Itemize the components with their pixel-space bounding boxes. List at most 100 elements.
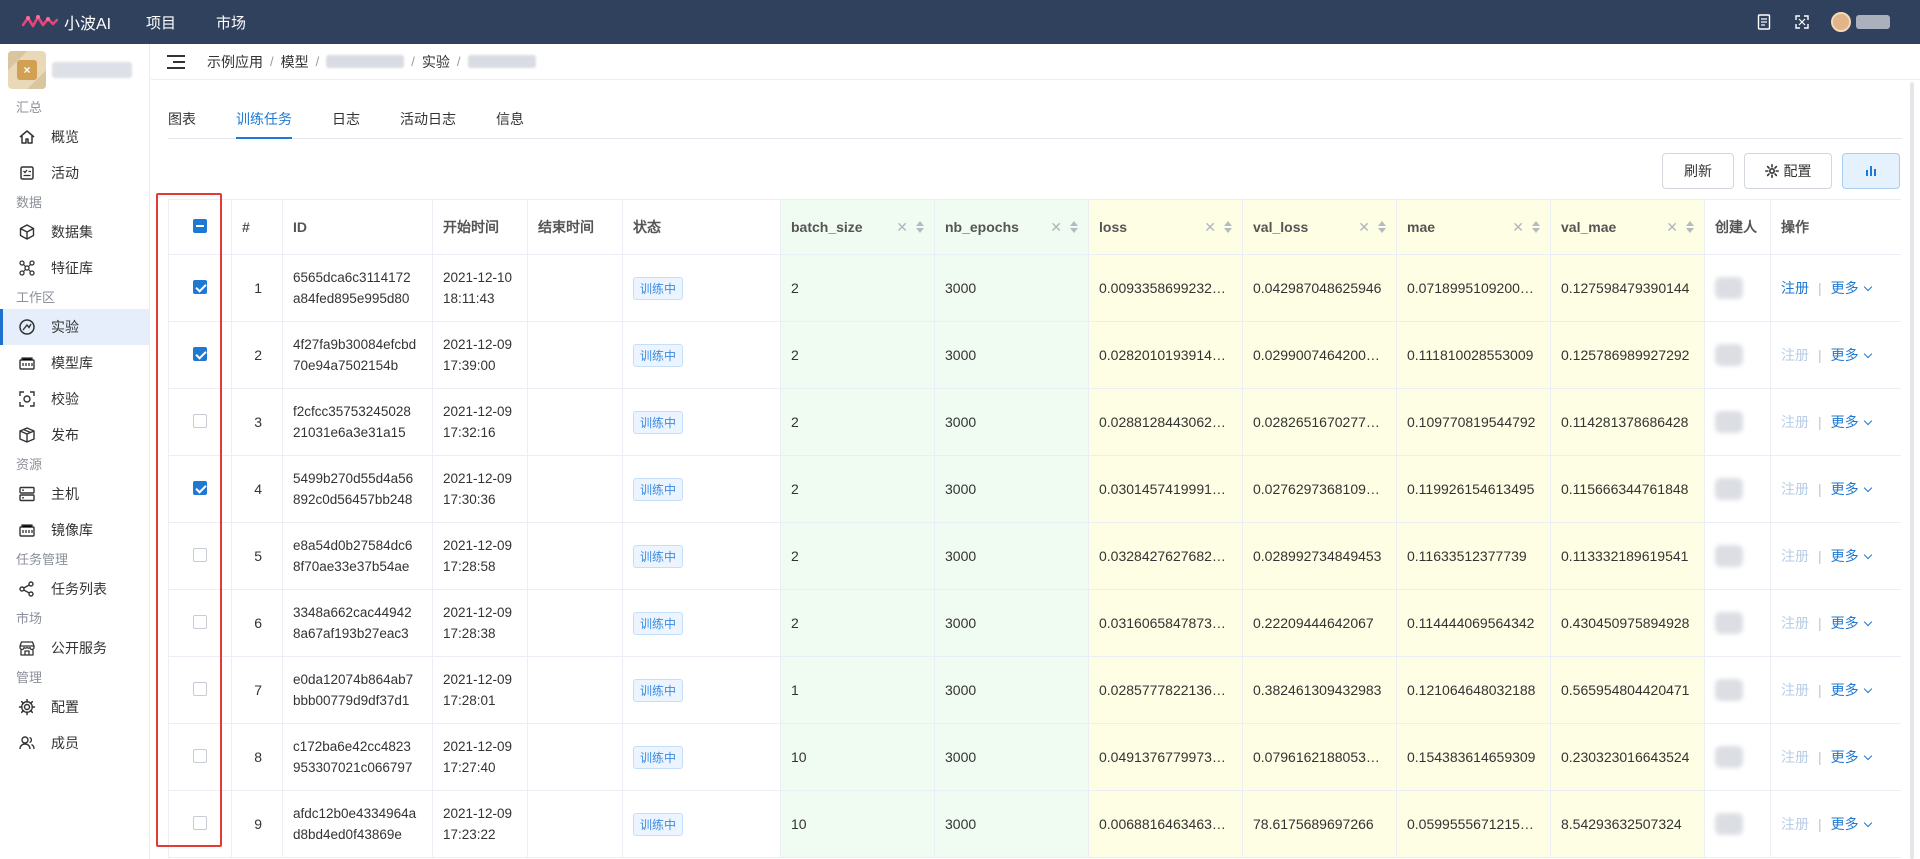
sidebar-item[interactable]: 实验 [0,309,149,345]
row-select-cell[interactable] [168,254,232,322]
tab-training-jobs[interactable]: 训练任务 [236,106,292,139]
row-select-cell[interactable] [168,589,232,657]
register-link[interactable]: 注册 [1781,345,1809,365]
register-link[interactable]: 注册 [1781,479,1809,499]
more-dropdown[interactable]: 更多 [1831,278,1872,298]
remove-column-icon[interactable]: ✕ [1358,219,1370,236]
row-id[interactable]: f2cfcc35753245028 21031e6a3e31a15 [282,388,433,456]
register-link[interactable]: 注册 [1781,747,1809,767]
table-row[interactable]: 4 5499b270d55d4a56 892c0d56457bb248 2021-… [168,455,1901,523]
row-checkbox[interactable] [193,681,207,696]
tab-activity-logs[interactable]: 活动日志 [400,106,456,139]
breadcrumb-experiment[interactable]: 实验 [422,52,450,72]
user-avatar[interactable] [1831,12,1851,32]
sidebar-item[interactable]: 概览 [0,119,149,155]
more-dropdown[interactable]: 更多 [1831,747,1872,767]
topnav-projects[interactable]: 项目 [146,12,176,33]
fullscreen-icon[interactable] [1793,13,1811,31]
sort-icon[interactable] [1224,221,1232,233]
sidebar-item[interactable]: 活动 [0,155,149,191]
sidebar-item[interactable]: 模型库 [0,345,149,381]
row-id[interactable]: 5499b270d55d4a56 892c0d56457bb248 [282,455,433,523]
sidebar-item[interactable]: 任务列表 [0,571,149,607]
register-link[interactable]: 注册 [1781,680,1809,700]
row-select-cell[interactable] [168,321,232,389]
breadcrumb-model[interactable]: 模型 [281,52,309,72]
sidebar-item[interactable]: 配置 [0,689,149,725]
register-link[interactable]: 注册 [1781,613,1809,633]
row-select-cell[interactable] [168,723,232,791]
remove-column-icon[interactable]: ✕ [1050,219,1062,236]
sidebar-item[interactable]: 发布 [0,417,149,453]
register-link[interactable]: 注册 [1781,814,1809,834]
select-all-cell[interactable] [168,199,232,255]
more-dropdown[interactable]: 更多 [1831,613,1872,633]
remove-column-icon[interactable]: ✕ [1204,219,1216,236]
topnav-market[interactable]: 市场 [216,12,246,33]
more-dropdown[interactable]: 更多 [1831,412,1872,432]
chart-view-button[interactable] [1842,153,1900,189]
remove-column-icon[interactable]: ✕ [1512,219,1524,236]
remove-column-icon[interactable]: ✕ [896,219,908,236]
col-batch-size[interactable]: batch_size ✕ [780,199,935,255]
col-val-loss[interactable]: val_loss ✕ [1242,199,1397,255]
row-id[interactable]: 6565dca6c3114172 a84fed895e995d80 [282,254,433,322]
project-switcher[interactable]: × [0,44,149,96]
register-link[interactable]: 注册 [1781,278,1809,298]
table-row[interactable]: 1 6565dca6c3114172 a84fed895e995d80 2021-… [168,254,1901,322]
tab-info[interactable]: 信息 [496,106,524,139]
breadcrumb-model-name-redacted[interactable] [326,55,405,68]
row-checkbox[interactable] [193,480,207,495]
sidebar-item[interactable]: 公开服务 [0,630,149,666]
brand-logo[interactable]: 小波AI [22,10,140,34]
row-select-cell[interactable] [168,790,232,858]
tab-logs[interactable]: 日志 [332,106,360,139]
sort-icon[interactable] [916,221,924,233]
sort-icon[interactable] [1378,221,1386,233]
page-scrollbar[interactable] [1910,82,1914,859]
sidebar-item[interactable]: 镜像库 [0,512,149,548]
tab-charts[interactable]: 图表 [168,106,196,139]
more-dropdown[interactable]: 更多 [1831,546,1872,566]
row-checkbox[interactable] [193,748,207,763]
remove-column-icon[interactable]: ✕ [1666,219,1678,236]
menu-toggle-icon[interactable] [167,54,185,69]
refresh-button[interactable]: 刷新 [1662,153,1734,189]
register-link[interactable]: 注册 [1781,546,1809,566]
more-dropdown[interactable]: 更多 [1831,814,1872,834]
row-id[interactable]: 4f27fa9b30084efcbd 70e94a7502154b [282,321,433,389]
select-all-checkbox[interactable] [193,218,207,233]
row-select-cell[interactable] [168,522,232,590]
more-dropdown[interactable]: 更多 [1831,345,1872,365]
table-row[interactable]: 5 e8a54d0b27584dc6 8f70ae33e37b54ae 2021-… [168,522,1901,590]
row-checkbox[interactable] [193,547,207,562]
config-button[interactable]: 配置 [1744,153,1832,189]
sort-icon[interactable] [1532,221,1540,233]
row-select-cell[interactable] [168,455,232,523]
sidebar-item[interactable]: 成员 [0,725,149,761]
row-id[interactable]: afdc12b0e4334964a d8bd4ed0f43869e [282,790,433,858]
user-name-redacted[interactable] [1856,15,1890,29]
sidebar-item[interactable]: 特征库 [0,250,149,286]
row-select-cell[interactable] [168,388,232,456]
table-row[interactable]: 6 3348a662cac44942 8a67af193b27eac3 2021-… [168,589,1901,657]
row-select-cell[interactable] [168,656,232,724]
row-checkbox[interactable] [193,413,207,428]
col-mae[interactable]: mae ✕ [1396,199,1551,255]
row-id[interactable]: c172ba6e42cc4823 953307021c066797 [282,723,433,791]
col-loss[interactable]: loss ✕ [1088,199,1243,255]
more-dropdown[interactable]: 更多 [1831,479,1872,499]
document-icon[interactable] [1755,13,1773,31]
row-checkbox[interactable] [193,279,207,294]
table-row[interactable]: 2 4f27fa9b30084efcbd 70e94a7502154b 2021-… [168,321,1901,389]
row-checkbox[interactable] [193,815,207,830]
sidebar-item[interactable]: 主机 [0,476,149,512]
row-checkbox[interactable] [193,346,207,361]
table-row[interactable]: 9 afdc12b0e4334964a d8bd4ed0f43869e 2021-… [168,790,1901,858]
table-row[interactable]: 7 e0da12074b864ab7 bbb00779d9df37d1 2021-… [168,656,1901,724]
sort-icon[interactable] [1070,221,1078,233]
table-row[interactable]: 8 c172ba6e42cc4823 953307021c066797 2021-… [168,723,1901,791]
col-val-mae[interactable]: val_mae ✕ [1550,199,1705,255]
table-row[interactable]: 3 f2cfcc35753245028 21031e6a3e31a15 2021-… [168,388,1901,456]
col-nb-epochs[interactable]: nb_epochs ✕ [934,199,1089,255]
